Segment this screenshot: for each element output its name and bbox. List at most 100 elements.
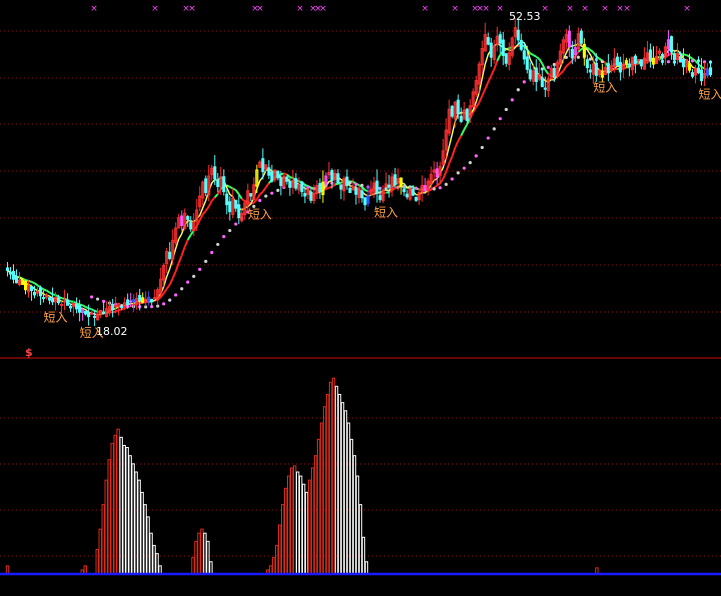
candle-body [336,173,340,184]
ma-slow-dot [456,171,460,175]
top-signal-marker: × [581,4,589,14]
candle-body [318,183,322,193]
ma-slow-dot [486,136,490,140]
candle-body [204,178,208,194]
ma-mid-segment [33,282,39,287]
chart-window: × × × × × × × × × × × × × × × × × × × × × × × 短入 短入 短入 短入 短入 短入 52.… [0,0,721,596]
ma-mid-segment [265,182,270,188]
candle-body [5,267,10,272]
top-signal-marker: × [256,4,264,14]
indicator-bar [107,459,111,575]
candle-body [651,57,655,65]
ma-mid-segment [180,246,186,256]
indicator-bar [325,393,330,575]
indicator-bar [110,442,114,575]
indicator-bar [361,536,366,575]
candle-body [639,59,643,67]
ma-mid-segment [496,54,502,62]
candle-body [276,170,280,179]
indicator-bar [355,475,360,575]
candle-body [270,171,274,182]
candle-body [618,61,622,73]
ma-slow-dot [174,293,178,297]
indicator-bar [200,528,204,575]
ma-mid-segment [454,140,460,149]
candle-body [225,193,229,206]
candle-body [78,304,82,313]
indicator-bar [334,385,339,575]
candle-body [354,188,358,195]
candle-body [690,72,695,77]
ma-mid-segment [475,102,481,108]
top-signal-marker: × [683,4,691,14]
candle-body [303,193,307,197]
indicator-bar [281,504,285,575]
ma-slow-dot [162,302,166,306]
ma-slow-dot [210,250,214,255]
indicator-bar [143,504,147,575]
ma-mid-segment [442,171,448,180]
indicator-bar [272,557,276,575]
candle-body [57,297,61,304]
indicator-bar [287,475,291,575]
candle-body [402,188,406,193]
ma-mid-segment [259,190,264,196]
candle-body [405,193,409,198]
ma-slow-dot [270,191,274,195]
candle-body [60,303,64,306]
top-signal-marker: × [451,4,459,14]
indicator-bar [337,393,342,575]
indicator-bar [352,455,357,575]
candle-body [540,77,544,88]
candle-body [189,222,193,230]
indicator-bar [155,553,159,575]
ma-mid-segment [481,88,487,97]
top-signal-marker: × [623,4,631,14]
candle-body [42,297,46,300]
candle-body [339,184,343,190]
stock-chart-canvas[interactable]: × × ×× ×× × ××× × × ××× × × × × × × × × 短入短入短入 短入短入 短入 52.… [0,0,721,596]
signal-label: 短入 [44,310,68,324]
ma-mid-segment [451,147,457,157]
ma-mid-segment [204,205,210,212]
top-signal-marker: × [496,4,504,14]
candle-body [20,279,25,285]
candle-body [363,197,367,206]
candle-body [132,299,136,303]
top-signal-markers: × × ×× ×× × ××× × × ××× × × × × × × × × [90,4,691,14]
indicator-bar [104,479,108,575]
indicator-bar [289,467,294,575]
candle-body [459,115,463,122]
ma-mid-segment [207,200,213,208]
ma-slow-dot [192,274,196,278]
candle-body [360,190,364,199]
candle-body [435,168,439,178]
candle-body [147,296,151,302]
candle-body [534,67,538,82]
candle-body [672,53,676,61]
ma-slow-dot [504,107,508,112]
signal-label: 短入 [698,88,721,102]
ma-slow-dot [462,166,466,170]
ma-slow-dot [480,145,484,150]
candle-body [129,300,133,303]
top-signal-marker: × [601,4,609,14]
candle-body [23,280,28,291]
indicator-bar [310,467,315,575]
candlestick-series [5,18,713,327]
indicator-bar [307,479,312,575]
indicator-bar [98,528,102,575]
candle-body [708,67,713,76]
candle-body [11,270,16,280]
candle-body [38,287,43,297]
ma-slow-dot [522,80,526,84]
indicator-bar [119,436,123,575]
candle-body [648,49,652,60]
ma-slow-dot [552,62,556,67]
candle-body [216,179,220,187]
candle-body [543,87,547,90]
ma-slow-dot [510,98,514,102]
ma-slow-dot [564,55,568,60]
signal-label: 短入 [593,81,617,95]
candle-body [678,56,683,63]
